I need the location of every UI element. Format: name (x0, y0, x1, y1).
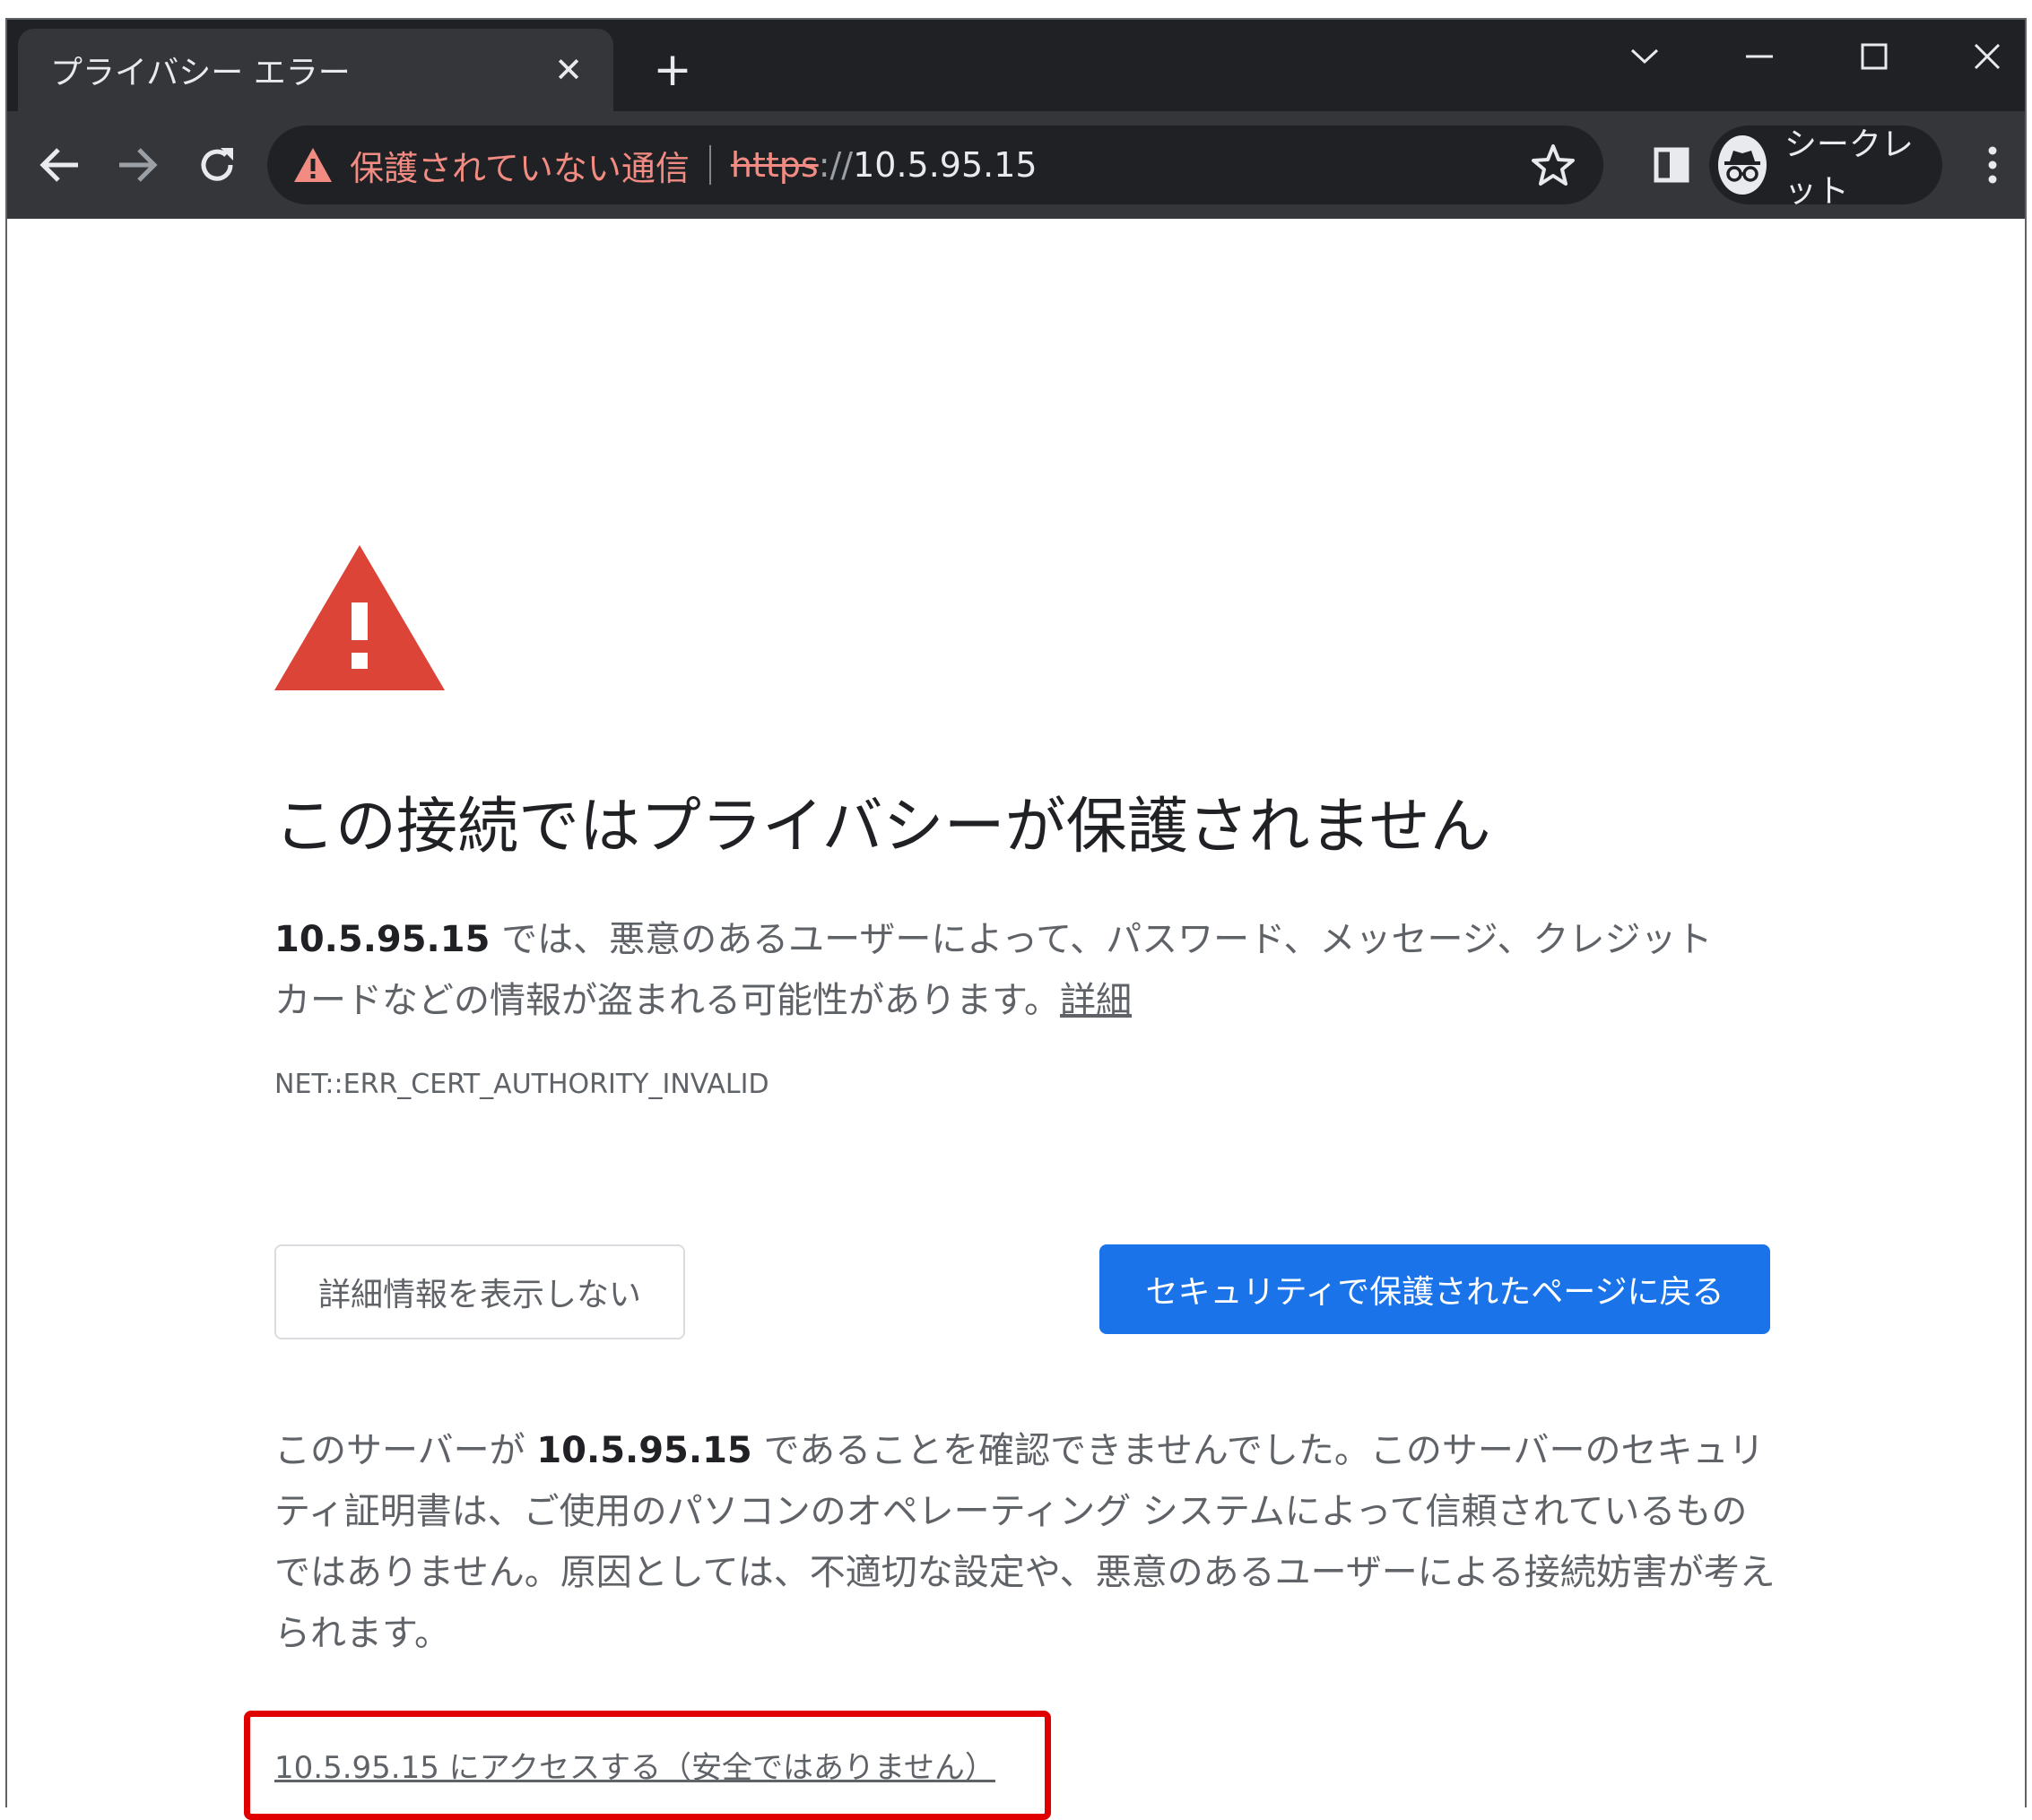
intro-host: 10.5.95.15 (274, 919, 491, 960)
bookmark-star-icon[interactable] (1530, 142, 1576, 188)
security-status-label[interactable]: 保護されていない通信 (350, 141, 690, 190)
active-tab[interactable]: プライバシー エラー ✕ (18, 29, 613, 111)
more-menu-icon[interactable] (1958, 131, 2027, 199)
maximize-icon[interactable] (1829, 25, 1919, 88)
side-panel-icon[interactable] (1637, 131, 1706, 199)
not-secure-warning-icon[interactable] (292, 146, 334, 184)
error-code: NET::ERR_CERT_AUTHORITY_INVALID (274, 1069, 769, 1100)
hide-details-button[interactable]: 詳細情報を表示しない (274, 1244, 685, 1339)
tab-title: プライバシー エラー (50, 55, 351, 91)
address-bar[interactable]: 保護されていない通信 https://10.5.95.15 (267, 126, 1603, 204)
forward-arrow-icon[interactable] (104, 131, 172, 199)
incognito-label: シークレット (1784, 126, 1914, 210)
url-host: 10.5.95.15 (853, 145, 1038, 185)
page-title: この接続ではプライバシーが保護されません (274, 792, 1491, 862)
page-content: この接続ではプライバシーが保護されません 10.5.95.15 では、悪意のある… (7, 219, 2025, 1820)
omnibox-separator (708, 145, 711, 185)
browser-window: プライバシー エラー ✕ + 保護されていない通信 https:// 10.5… (5, 18, 2027, 1820)
tab-strip: プライバシー エラー ✕ + (7, 20, 2025, 111)
explanation-paragraph: このサーバーが 10.5.95.15 であることを確認できませんでした。このサー… (274, 1420, 1781, 1664)
incognito-profile-button[interactable]: シークレット (1709, 126, 1942, 210)
back-arrow-icon[interactable] (25, 131, 93, 199)
url-scheme: https (730, 145, 819, 185)
back-to-safety-button[interactable]: セキュリティで保護されたページに戻る (1099, 1244, 1770, 1334)
intro-paragraph: 10.5.95.15 では、悪意のあるユーザーによって、パスワード、メッセージ、… (274, 909, 1781, 1031)
new-tab-button[interactable]: + (646, 43, 699, 97)
intro-line2-text: カードなどの情報が盗まれる可能性があります。 (274, 980, 1060, 1021)
url-slashes: :// (818, 145, 854, 185)
close-window-icon[interactable] (1942, 25, 2032, 88)
toolbar: 保護されていない通信 https://10.5.95.15 シークレット (7, 111, 2025, 219)
incognito-icon (1718, 135, 1767, 195)
details-link[interactable]: 詳細 (1060, 980, 1132, 1021)
proceed-unsafe-link[interactable]: 10.5.95.15 にアクセスする（安全ではありません） (274, 1743, 995, 1787)
intro-line1-text: では、悪意のあるユーザーによって、パスワード、メッセージ、クレジット (490, 919, 1713, 960)
explanation-prefix: このサーバーが (274, 1430, 537, 1471)
warning-triangle-icon (274, 545, 445, 690)
reload-icon[interactable] (183, 131, 251, 199)
explanation-host: 10.5.95.15 (536, 1430, 752, 1471)
tab-close-icon[interactable]: ✕ (547, 48, 590, 91)
minimize-icon[interactable] (1715, 25, 1804, 88)
tab-search-chevron-icon[interactable] (1600, 25, 1689, 88)
